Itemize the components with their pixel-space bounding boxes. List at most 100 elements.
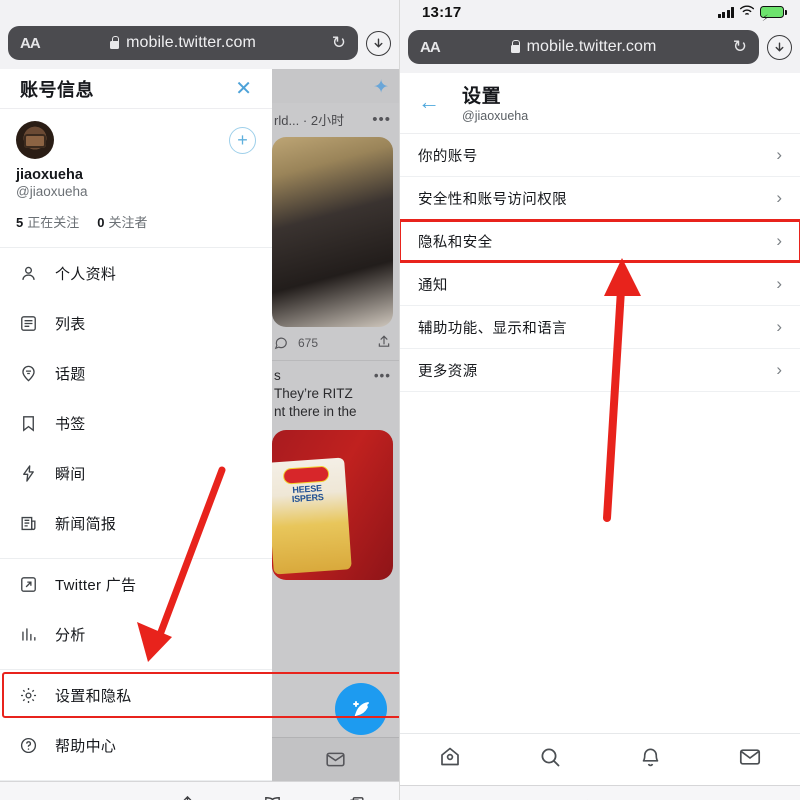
following-stat[interactable]: 5 正在关注 (16, 212, 79, 231)
gear-icon (18, 685, 39, 706)
sidebar-item-analytics[interactable]: 分析 (0, 609, 272, 659)
tab-notifications[interactable] (639, 745, 662, 774)
settings-row-label: 安全性和账号访问权限 (418, 191, 567, 208)
book-icon[interactable] (262, 794, 283, 800)
chevron-right-icon: › (776, 360, 782, 379)
sidebar-item-lists[interactable]: 列表 (0, 298, 272, 348)
sidebar-item-moments[interactable]: 瞬间 (0, 448, 272, 498)
settings-row-label: 你的账号 (418, 148, 478, 165)
tab-search[interactable] (538, 745, 562, 774)
safari-back-button[interactable]: ‹ (32, 795, 40, 800)
tweet-reply-count: 675 (298, 336, 319, 350)
drawer-divider-4 (0, 780, 272, 781)
background-tabbar (272, 737, 399, 781)
reload-icon[interactable]: ↻ (733, 37, 747, 57)
chevron-right-icon: › (776, 274, 782, 293)
sidebar-item-label: Twitter 广告 (55, 576, 137, 594)
sidebar-item-topics[interactable]: 话题 (0, 348, 272, 398)
topic-icon (18, 363, 39, 384)
following-count: 5 (16, 215, 24, 231)
settings-screen: ← 设置 @jiaoxueha 你的账号 › 安全性和账号访问权限 › 隐私和安… (400, 73, 800, 785)
left-address-bar[interactable]: AA mobile.twitter.com ↻ (8, 26, 358, 60)
settings-row-label: 辅助功能、显示和语言 (418, 320, 567, 337)
sidebar-item-label: 瞬间 (55, 465, 86, 483)
text-size-button[interactable]: AA (420, 39, 441, 56)
newsletter-icon (18, 513, 39, 534)
settings-row-label: 隐私和安全 (418, 234, 493, 251)
status-time: 13:17 (422, 3, 462, 21)
sidebar-item-settings-and-privacy[interactable]: 设置和隐私 (0, 670, 399, 720)
avatar[interactable] (16, 121, 54, 160)
sidebar-item-label: 新闻简报 (55, 515, 117, 533)
tweet-image (272, 137, 393, 327)
sidebar-item-newsletters[interactable]: 新闻简报 (0, 498, 272, 548)
settings-row-your-account[interactable]: 你的账号 › (400, 134, 800, 177)
share-icon[interactable] (178, 794, 197, 800)
left-status-bar (0, 0, 399, 20)
account-display-name: jiaoxueha (16, 167, 83, 184)
left-safari-urlbar-wrap: AA mobile.twitter.com ↻ (0, 20, 399, 69)
help-circle-icon (18, 735, 39, 756)
right-safari-urlbar-wrap: AA mobile.twitter.com ↻ (400, 24, 800, 73)
tweet2-image: HEESE ISPERS (272, 429, 393, 580)
moment-icon (18, 463, 39, 484)
settings-row-additional-resources[interactable]: 更多资源 › (400, 349, 800, 392)
page-title: 设置 (462, 86, 502, 107)
sidebar-item-label: 书签 (55, 415, 86, 433)
sparkle-icon[interactable]: ✦ (373, 76, 389, 99)
back-arrow-icon[interactable]: ← (418, 91, 440, 113)
right-status-bar: 13:17 ⚡ (400, 0, 800, 24)
left-safari-toolbar: ‹ › (0, 781, 399, 800)
tweet2-line1: They’re RITZ (274, 386, 353, 402)
right-url-text: mobile.twitter.com (526, 38, 657, 55)
sidebar-item-bookmarks[interactable]: 书签 (0, 398, 272, 448)
sidebar-item-label: 分析 (55, 626, 86, 644)
settings-header: ← 设置 @jiaoxueha (400, 73, 800, 134)
tab-home[interactable] (438, 745, 462, 774)
left-url-text: mobile.twitter.com (126, 34, 256, 51)
settings-row-accessibility-display-languages[interactable]: 辅助功能、显示和语言 › (400, 306, 800, 349)
right-address-bar[interactable]: AA mobile.twitter.com ↻ (408, 30, 759, 64)
tweet2-body: s ••• They’re RITZ nt there in the (272, 361, 399, 422)
tweet-meta-text: rld... · 2小时 (274, 113, 345, 128)
tweet-actions: 675 (272, 327, 399, 358)
sidebar-item-label: 个人资料 (55, 265, 117, 283)
drawer-menu: 个人资料 列表 话题 书签 瞬间 新闻简报 Twitter 广告 分析 设置和隐… (0, 248, 399, 781)
followers-count: 0 (97, 215, 105, 231)
settings-row-privacy-and-safety[interactable]: 隐私和安全 › (400, 219, 800, 263)
sidebar-item-twitter-ads[interactable]: Twitter 广告 (0, 559, 272, 609)
settings-row-security-and-account-access[interactable]: 安全性和账号访问权限 › (400, 177, 800, 220)
drawer-header: 账号信息 ✕ (0, 69, 272, 110)
close-icon[interactable]: ✕ (235, 76, 252, 101)
text-size-button[interactable]: AA (20, 35, 41, 52)
left-url-display: mobile.twitter.com (8, 34, 358, 52)
account-stats: 5 正在关注 0 关注者 (16, 212, 256, 231)
followers-stat[interactable]: 0 关注者 (97, 212, 147, 231)
external-link-icon (18, 574, 39, 595)
analytics-icon (18, 624, 39, 645)
bookmark-icon (18, 413, 39, 434)
background-timeline: ✦ rld... · 2小时 ••• 675 s ••• They’re RIT… (272, 69, 399, 781)
tweet2-line2: nt there in the (274, 404, 357, 420)
downloads-icon[interactable] (767, 34, 792, 60)
sidebar-item-label: 设置和隐私 (55, 687, 132, 705)
tab-messages[interactable] (738, 745, 762, 774)
tabs-icon[interactable] (347, 795, 366, 800)
reload-icon[interactable]: ↻ (332, 33, 346, 53)
left-phone-panel: AA mobile.twitter.com ↻ ✦ rld... · 2小时 • (0, 0, 400, 800)
cellular-signal-icon (717, 6, 734, 18)
timeline-header: ✦ (272, 69, 399, 103)
settings-row-notifications[interactable]: 通知 › (400, 263, 800, 306)
tweet2-more-icon[interactable]: ••• (374, 367, 391, 385)
mail-icon (326, 752, 345, 767)
account-summary: + jiaoxueha @jiaoxueha 5 正在关注 0 关注者 (0, 109, 272, 237)
safari-forward-button[interactable]: › (105, 795, 113, 800)
compose-tweet-button[interactable] (335, 683, 387, 735)
downloads-icon[interactable] (366, 30, 391, 56)
add-account-button[interactable]: + (229, 126, 256, 154)
tweet-more-icon[interactable]: ••• (372, 111, 391, 128)
settings-row-label: 通知 (418, 277, 448, 294)
sidebar-item-profile[interactable]: 个人资料 (0, 248, 272, 298)
sidebar-item-help-center[interactable]: 帮助中心 (0, 720, 272, 770)
tweet2-author: s (274, 368, 281, 383)
